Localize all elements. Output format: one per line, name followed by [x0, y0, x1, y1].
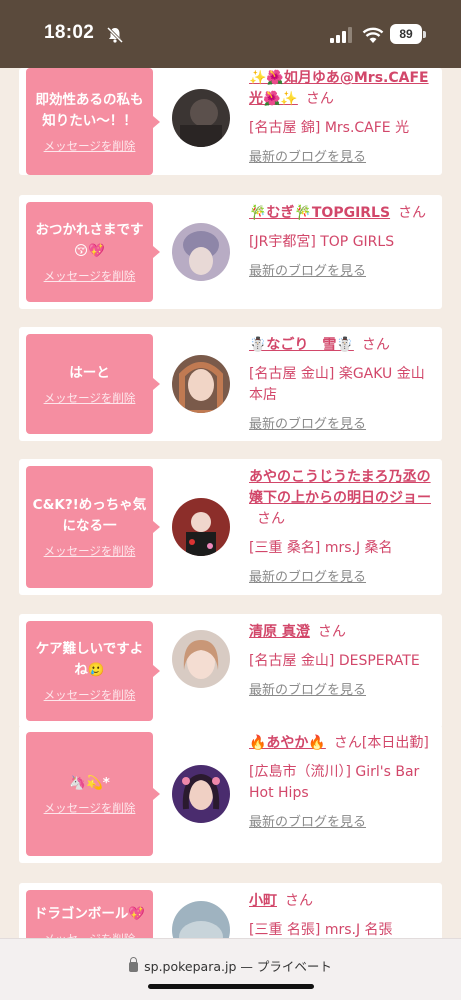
delete-message-link[interactable]: メッセージを削除 [44, 268, 136, 284]
message-text: 🦄💫* [69, 774, 110, 791]
avatar[interactable] [172, 498, 230, 556]
honorific: さん [317, 624, 346, 640]
latest-blog-link[interactable]: 最新のブログを見る [249, 414, 437, 435]
message-bubble: 即効性あるの私も知りたい〜！！ メッセージを削除 [26, 68, 160, 175]
shop-name: [JR宇都宮] TOP GIRLS [249, 234, 395, 250]
cast-info: ✨🌺如月ゆあ@Mrs.CAFE光🌺✨ さん [名古屋 錦] Mrs.CAFE 光 … [249, 68, 437, 168]
cast-info: 清原 真澄 さん [名古屋 金山] DESPERATE 最新のブログを見る [249, 622, 437, 701]
delete-message-link[interactable]: メッセージを削除 [44, 138, 136, 154]
honorific: さん[本日出勤] [333, 735, 429, 751]
cast-info: 🔥あやか🔥 さん[本日出勤] [広島市（流川）] Girl's Bar Hot H… [249, 733, 437, 833]
honorific: さん [285, 893, 313, 909]
cast-info: 🎋むぎ🎋TOPGIRLS さん [JR宇都宮] TOP GIRLS 最新のブログを… [249, 203, 437, 282]
cast-name-link[interactable]: ✨🌺如月ゆあ@Mrs.CAFE光🌺✨ [249, 70, 429, 107]
message-text: C&K?!めっちゃ気になる一 [32, 497, 147, 534]
cast-name-link[interactable]: 清原 真澄 [249, 624, 310, 640]
wifi-icon [362, 27, 384, 43]
shop-name: [名古屋 金山] DESPERATE [249, 653, 420, 669]
url-domain: sp.pokepara.jp [144, 959, 237, 974]
private-mode-label: — プライベート [240, 959, 332, 974]
cast-name-link[interactable]: あやのこうじうたまろ乃丞の嬢下の上からの明日のジョー [249, 469, 431, 506]
lock-icon [129, 957, 139, 972]
avatar[interactable] [172, 765, 230, 823]
cast-info: ☃️なごり 雪☃️ さん [名古屋 金山] 楽GAKU 金山本店 最新のブログを見… [249, 335, 437, 435]
delete-message-link[interactable]: メッセージを削除 [44, 543, 136, 559]
latest-blog-link[interactable]: 最新のブログを見る [249, 812, 437, 833]
shop-name: [名古屋 錦] Mrs.CAFE 光 [249, 120, 410, 136]
avatar[interactable] [172, 630, 230, 688]
message-card: はーと メッセージを削除 ☃️なごり 雪☃️ さん [名古屋 金山] 楽GAKU … [19, 327, 442, 441]
message-text: はーと [69, 364, 110, 381]
message-bubble: はーと メッセージを削除 [26, 334, 160, 434]
latest-blog-link[interactable]: 最新のブログを見る [249, 567, 437, 588]
url-display[interactable]: sp.pokepara.jp — プライベート [0, 956, 461, 975]
avatar[interactable] [172, 89, 230, 147]
latest-blog-link[interactable]: 最新のブログを見る [249, 680, 437, 701]
browser-url-bar[interactable]: sp.pokepara.jp — プライベート [0, 938, 461, 1000]
status-time: 18:02 [44, 22, 95, 43]
message-text: 即効性あるの私も知りたい〜！！ [35, 91, 144, 129]
message-card: ケア難しいですよね🥲 メッセージを削除 清原 真澄 さん [名古屋 金山] DES… [19, 614, 442, 728]
message-bubble: おつかれさまです😚💖 メッセージを削除 [26, 202, 160, 302]
signal-icon [330, 27, 352, 43]
shop-name: [三重 桑名] mrs.J 桑名 [249, 540, 393, 556]
delete-message-link[interactable]: メッセージを削除 [44, 390, 136, 406]
cast-info: あやのこうじうたまろ乃丞の嬢下の上からの明日のジョーさん [三重 桑名] mrs… [249, 467, 437, 588]
message-card: C&K?!めっちゃ気になる一 メッセージを削除 あやのこうじうたまろ乃丞の嬢下の… [19, 459, 442, 595]
honorific: さん [361, 337, 390, 353]
cast-name-link[interactable]: 小町 [249, 893, 277, 909]
avatar[interactable] [172, 355, 230, 413]
message-bubble: 🦄💫* メッセージを削除 [26, 732, 160, 856]
honorific: さん [398, 205, 427, 221]
battery-tip [423, 31, 426, 38]
message-card: 即効性あるの私も知りたい〜！！ メッセージを削除 ✨🌺如月ゆあ@Mrs.CAFE… [19, 68, 442, 175]
shop-name: [名古屋 金山] 楽GAKU 金山本店 [249, 366, 425, 403]
honorific: さん [257, 511, 285, 527]
bell-off-icon [106, 26, 124, 44]
battery-indicator: 89 [390, 24, 422, 44]
message-card: 🦄💫* メッセージを削除 🔥あやか🔥 さん[本日出勤] [広島市（流川）] Gir… [19, 725, 442, 863]
cast-info: 小町 さん [三重 名張] mrs.J 名張 [249, 891, 437, 941]
message-text: ドラゴンボール💖 [33, 906, 146, 922]
message-bubble: ケア難しいですよね🥲 メッセージを削除 [26, 621, 160, 721]
status-bar: 18:02 89 [0, 0, 461, 68]
message-text: ケア難しいですよね🥲 [35, 641, 144, 678]
latest-blog-link[interactable]: 最新のブログを見る [249, 147, 437, 168]
home-indicator[interactable] [148, 984, 314, 989]
cast-name-link[interactable]: ☃️なごり 雪☃️ [249, 337, 354, 353]
message-bubble: C&K?!めっちゃ気になる一 メッセージを削除 [26, 466, 160, 588]
cast-name-link[interactable]: 🎋むぎ🎋TOPGIRLS [249, 205, 390, 221]
cast-name-link[interactable]: 🔥あやか🔥 [249, 735, 326, 751]
message-card: おつかれさまです😚💖 メッセージを削除 🎋むぎ🎋TOPGIRLS さん [JR宇都… [19, 195, 442, 309]
message-text: おつかれさまです😚💖 [35, 222, 144, 259]
latest-blog-link[interactable]: 最新のブログを見る [249, 261, 437, 282]
shop-name: [広島市（流川）] Girl's Bar Hot Hips [249, 764, 420, 801]
delete-message-link[interactable]: メッセージを削除 [44, 800, 136, 816]
avatar[interactable] [172, 223, 230, 281]
honorific: さん [305, 91, 334, 107]
delete-message-link[interactable]: メッセージを削除 [44, 687, 136, 703]
